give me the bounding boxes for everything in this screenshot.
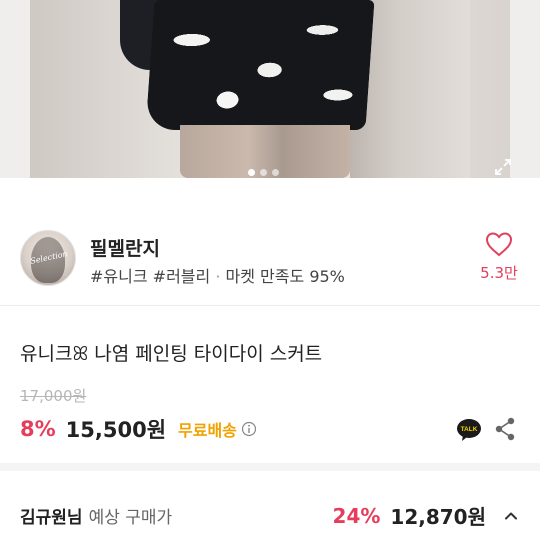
user-name: 김규원님 [20,508,83,528]
carousel-dot-active [248,169,255,176]
seller-tag-unique[interactable]: #유니크 [90,267,148,286]
like-button[interactable]: 5.3만 [474,230,524,283]
expected-price: 12,870원 [390,505,486,529]
like-count: 5.3만 [480,264,518,282]
satisfaction-label: 마켓 만족도 [225,267,305,286]
info-icon[interactable] [241,421,257,437]
kakao-talk-icon[interactable]: TALK [456,417,482,443]
chevron-up-icon[interactable] [502,507,520,525]
satisfaction-value: 95% [309,267,345,286]
heart-icon [485,232,513,257]
expand-icon[interactable] [494,158,512,176]
product-title: 유니크ꕤ 나염 페인팅 타이다이 스커트 [20,343,323,365]
free-shipping-badge: 무료배송 [178,421,237,440]
tag-separator: · [215,267,221,286]
carousel-dot [272,169,279,176]
product-image-carousel[interactable] [0,0,540,178]
photo-skirt [145,0,375,130]
seller-tags: #유니크 #러블리 · 마켓 만족도 95% [90,263,345,287]
section-divider [0,463,540,471]
seller-name[interactable]: 필멜란지 [90,234,160,261]
divider [0,305,540,306]
carousel-indicator [248,169,279,176]
seller-section: Selection 필멜란지 #유니크 #러블리 · 마켓 만족도 95% 5.… [0,178,540,306]
expected-price-values: 24% 12,870원 [333,501,520,530]
carousel-dot [260,169,267,176]
avatar[interactable]: Selection [20,230,76,286]
seller-tag-lovely[interactable]: #러블리 [153,267,211,286]
expected-price-label: 김규원님 예상 구매가 [20,503,172,528]
price-row: 8% 15,500원 무료배송 [20,414,257,444]
discount-rate: 8% [20,417,56,441]
expected-price-bar[interactable]: 김규원님 예상 구매가 24% 12,870원 [0,471,540,540]
product-photo [30,0,510,178]
expected-discount: 24% [332,503,381,528]
share-icon[interactable] [494,416,516,442]
talk-icon-text: TALK [461,426,478,433]
expected-price-text: 예상 구매가 [88,508,173,528]
sale-price: 15,500원 [65,418,167,442]
original-price: 17,000원 [20,387,87,405]
